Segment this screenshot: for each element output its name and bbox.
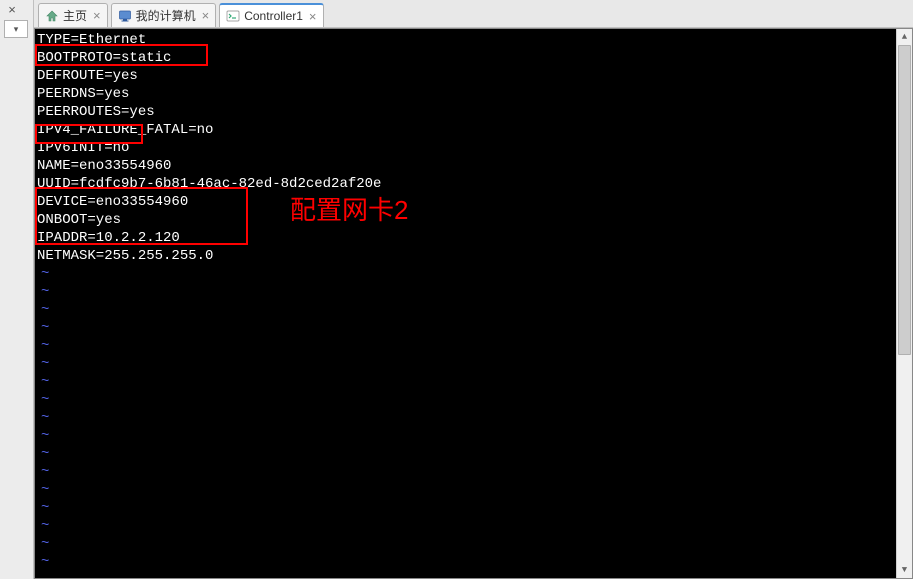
tab-bar: 主页 × 我的计算机 × Controller1 × bbox=[34, 0, 913, 28]
terminal-content: TYPE=EthernetBOOTPROTO=staticDEFROUTE=ye… bbox=[37, 31, 912, 571]
terminal-line: PEERDNS=yes bbox=[37, 85, 912, 103]
terminal-tilde-line: ~ bbox=[37, 337, 912, 355]
tab-home[interactable]: 主页 × bbox=[38, 3, 108, 27]
terminal-tilde-line: ~ bbox=[37, 535, 912, 553]
terminal-tilde-line: ~ bbox=[37, 355, 912, 373]
terminal-line: PEERROUTES=yes bbox=[37, 103, 912, 121]
tab-close-icon[interactable]: × bbox=[309, 9, 317, 24]
tab-close-icon[interactable]: × bbox=[202, 8, 210, 23]
tab-label: 我的计算机 bbox=[136, 7, 196, 24]
scrollbar-track[interactable] bbox=[898, 45, 911, 562]
terminal-tilde-line: ~ bbox=[37, 499, 912, 517]
terminal-line: IPV4_FAILURE_FATAL=no bbox=[37, 121, 912, 139]
terminal-line: ONBOOT=yes bbox=[37, 211, 912, 229]
tab-close-icon[interactable]: × bbox=[93, 8, 101, 23]
scroll-up-arrow-icon[interactable]: ▲ bbox=[897, 29, 912, 45]
panel-close-button[interactable]: × bbox=[4, 2, 20, 18]
vertical-scrollbar[interactable]: ▲ ▼ bbox=[896, 29, 912, 578]
main-panel: 主页 × 我的计算机 × Controller1 × TYPE=Ethernet… bbox=[34, 0, 913, 579]
terminal-line: DEFROUTE=yes bbox=[37, 67, 912, 85]
terminal-tilde-line: ~ bbox=[37, 517, 912, 535]
terminal-tilde-line: ~ bbox=[37, 409, 912, 427]
terminal-line: IPADDR=10.2.2.120 bbox=[37, 229, 912, 247]
tab-label: 主页 bbox=[63, 7, 87, 24]
annotation-label: 配置网卡2 bbox=[290, 201, 408, 219]
terminal-tilde-line: ~ bbox=[37, 481, 912, 499]
terminal-icon bbox=[226, 9, 240, 23]
terminal-line: BOOTPROTO=static bbox=[37, 49, 912, 67]
terminal-line: NAME=eno33554960 bbox=[37, 157, 912, 175]
terminal-tilde-line: ~ bbox=[37, 265, 912, 283]
terminal-tilde-line: ~ bbox=[37, 445, 912, 463]
tab-label: Controller1 bbox=[244, 9, 303, 23]
terminal-view[interactable]: TYPE=EthernetBOOTPROTO=staticDEFROUTE=ye… bbox=[34, 28, 913, 579]
scroll-down-arrow-icon[interactable]: ▼ bbox=[897, 562, 912, 578]
home-icon bbox=[45, 9, 59, 23]
terminal-tilde-line: ~ bbox=[37, 301, 912, 319]
terminal-line: NETMASK=255.255.255.0 bbox=[37, 247, 912, 265]
panel-dropdown-button[interactable]: ▾ bbox=[4, 20, 28, 38]
terminal-tilde-line: ~ bbox=[37, 391, 912, 409]
terminal-tilde-line: ~ bbox=[37, 553, 912, 571]
scrollbar-thumb[interactable] bbox=[898, 45, 911, 355]
left-sidebar: × ▾ bbox=[0, 0, 34, 579]
tab-controller1[interactable]: Controller1 × bbox=[219, 3, 323, 27]
terminal-tilde-line: ~ bbox=[37, 427, 912, 445]
terminal-line: TYPE=Ethernet bbox=[37, 31, 912, 49]
terminal-line: DEVICE=eno33554960 bbox=[37, 193, 912, 211]
terminal-line: UUID=fcdfc9b7-6b81-46ac-82ed-8d2ced2af20… bbox=[37, 175, 912, 193]
terminal-tilde-line: ~ bbox=[37, 283, 912, 301]
monitor-icon bbox=[118, 9, 132, 23]
terminal-tilde-line: ~ bbox=[37, 373, 912, 391]
terminal-tilde-line: ~ bbox=[37, 463, 912, 481]
terminal-line: IPV6INIT=no bbox=[37, 139, 912, 157]
terminal-tilde-line: ~ bbox=[37, 319, 912, 337]
tab-my-computer[interactable]: 我的计算机 × bbox=[111, 3, 217, 27]
